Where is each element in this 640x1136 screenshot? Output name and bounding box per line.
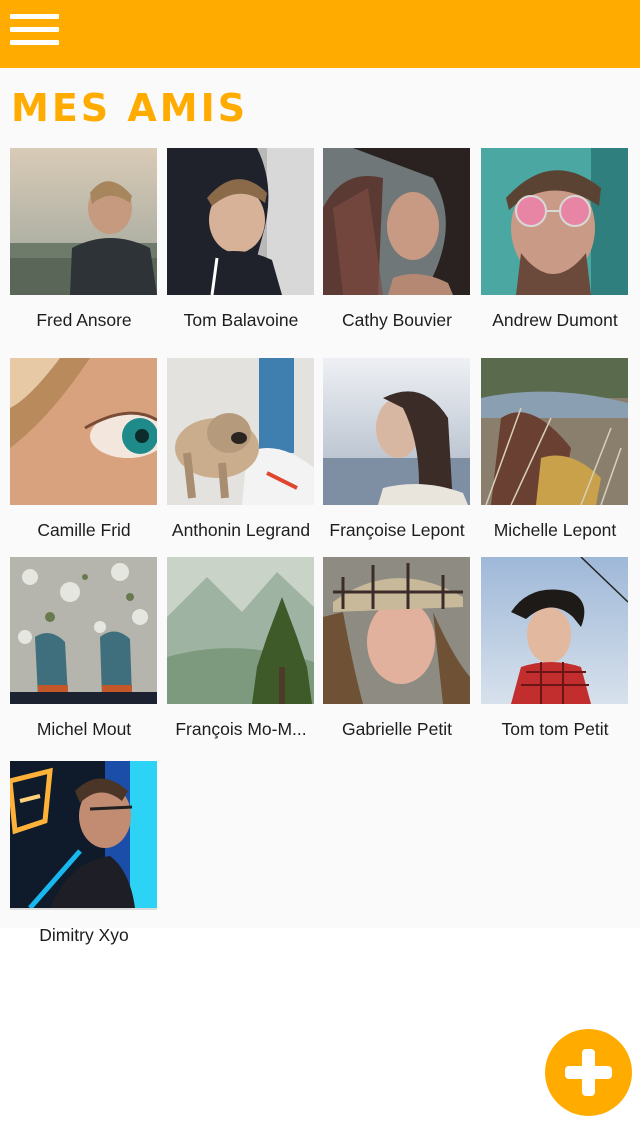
friend-name: Tom Balavoine (183, 310, 299, 330)
friend-name: Tom tom Petit (501, 719, 609, 739)
friend-name: Michelle Lepont (493, 520, 617, 540)
friend-card[interactable]: Anthonin Legrand (167, 358, 315, 541)
friend-card[interactable]: François Mo-M... (167, 557, 315, 740)
friend-name: Michel Mout (36, 719, 132, 739)
avatar (10, 148, 157, 295)
avatar (323, 557, 470, 704)
friend-card[interactable]: Andrew Dumont (481, 148, 629, 331)
friend-name: Anthonin Legrand (171, 520, 311, 540)
friend-card[interactable]: Françoise Lepont (323, 358, 471, 541)
friend-name: Andrew Dumont (492, 310, 618, 330)
friend-card[interactable]: Gabrielle Petit (323, 557, 471, 740)
avatar (167, 557, 314, 704)
friend-name: Cathy Bouvier (342, 310, 452, 330)
friend-card[interactable]: Tom tom Petit (481, 557, 629, 740)
friend-name: Dimitry Xyo (39, 925, 129, 945)
friend-name: François Mo-M... (175, 719, 307, 739)
avatar (10, 761, 157, 910)
hamburger-menu-icon[interactable] (10, 12, 60, 48)
friend-name: Françoise Lepont (329, 520, 465, 540)
avatar (167, 358, 314, 505)
top-app-bar (0, 0, 640, 68)
avatar (481, 358, 628, 505)
friend-card[interactable]: Fred Ansore (10, 148, 158, 331)
friend-name: Camille Frid (37, 520, 131, 540)
friend-card[interactable]: Tom Balavoine (167, 148, 315, 331)
avatar (323, 358, 470, 505)
avatar (10, 358, 157, 505)
avatar (323, 148, 470, 295)
friend-card[interactable]: Camille Frid (10, 358, 158, 541)
friend-name: Gabrielle Petit (342, 719, 452, 739)
avatar (481, 148, 628, 295)
friend-card[interactable]: Michel Mout (10, 557, 158, 740)
friend-name: Fred Ansore (36, 310, 132, 330)
friend-card[interactable]: Cathy Bouvier (323, 148, 471, 331)
avatar (167, 148, 314, 295)
friend-card[interactable]: Dimitry Xyo (10, 761, 158, 946)
add-friend-button[interactable] (545, 1029, 632, 1116)
page-title: MES AMIS (11, 86, 249, 130)
plus-icon (565, 1049, 612, 1096)
avatar (10, 557, 157, 704)
avatar (481, 557, 628, 704)
friend-card[interactable]: Michelle Lepont (481, 358, 629, 541)
